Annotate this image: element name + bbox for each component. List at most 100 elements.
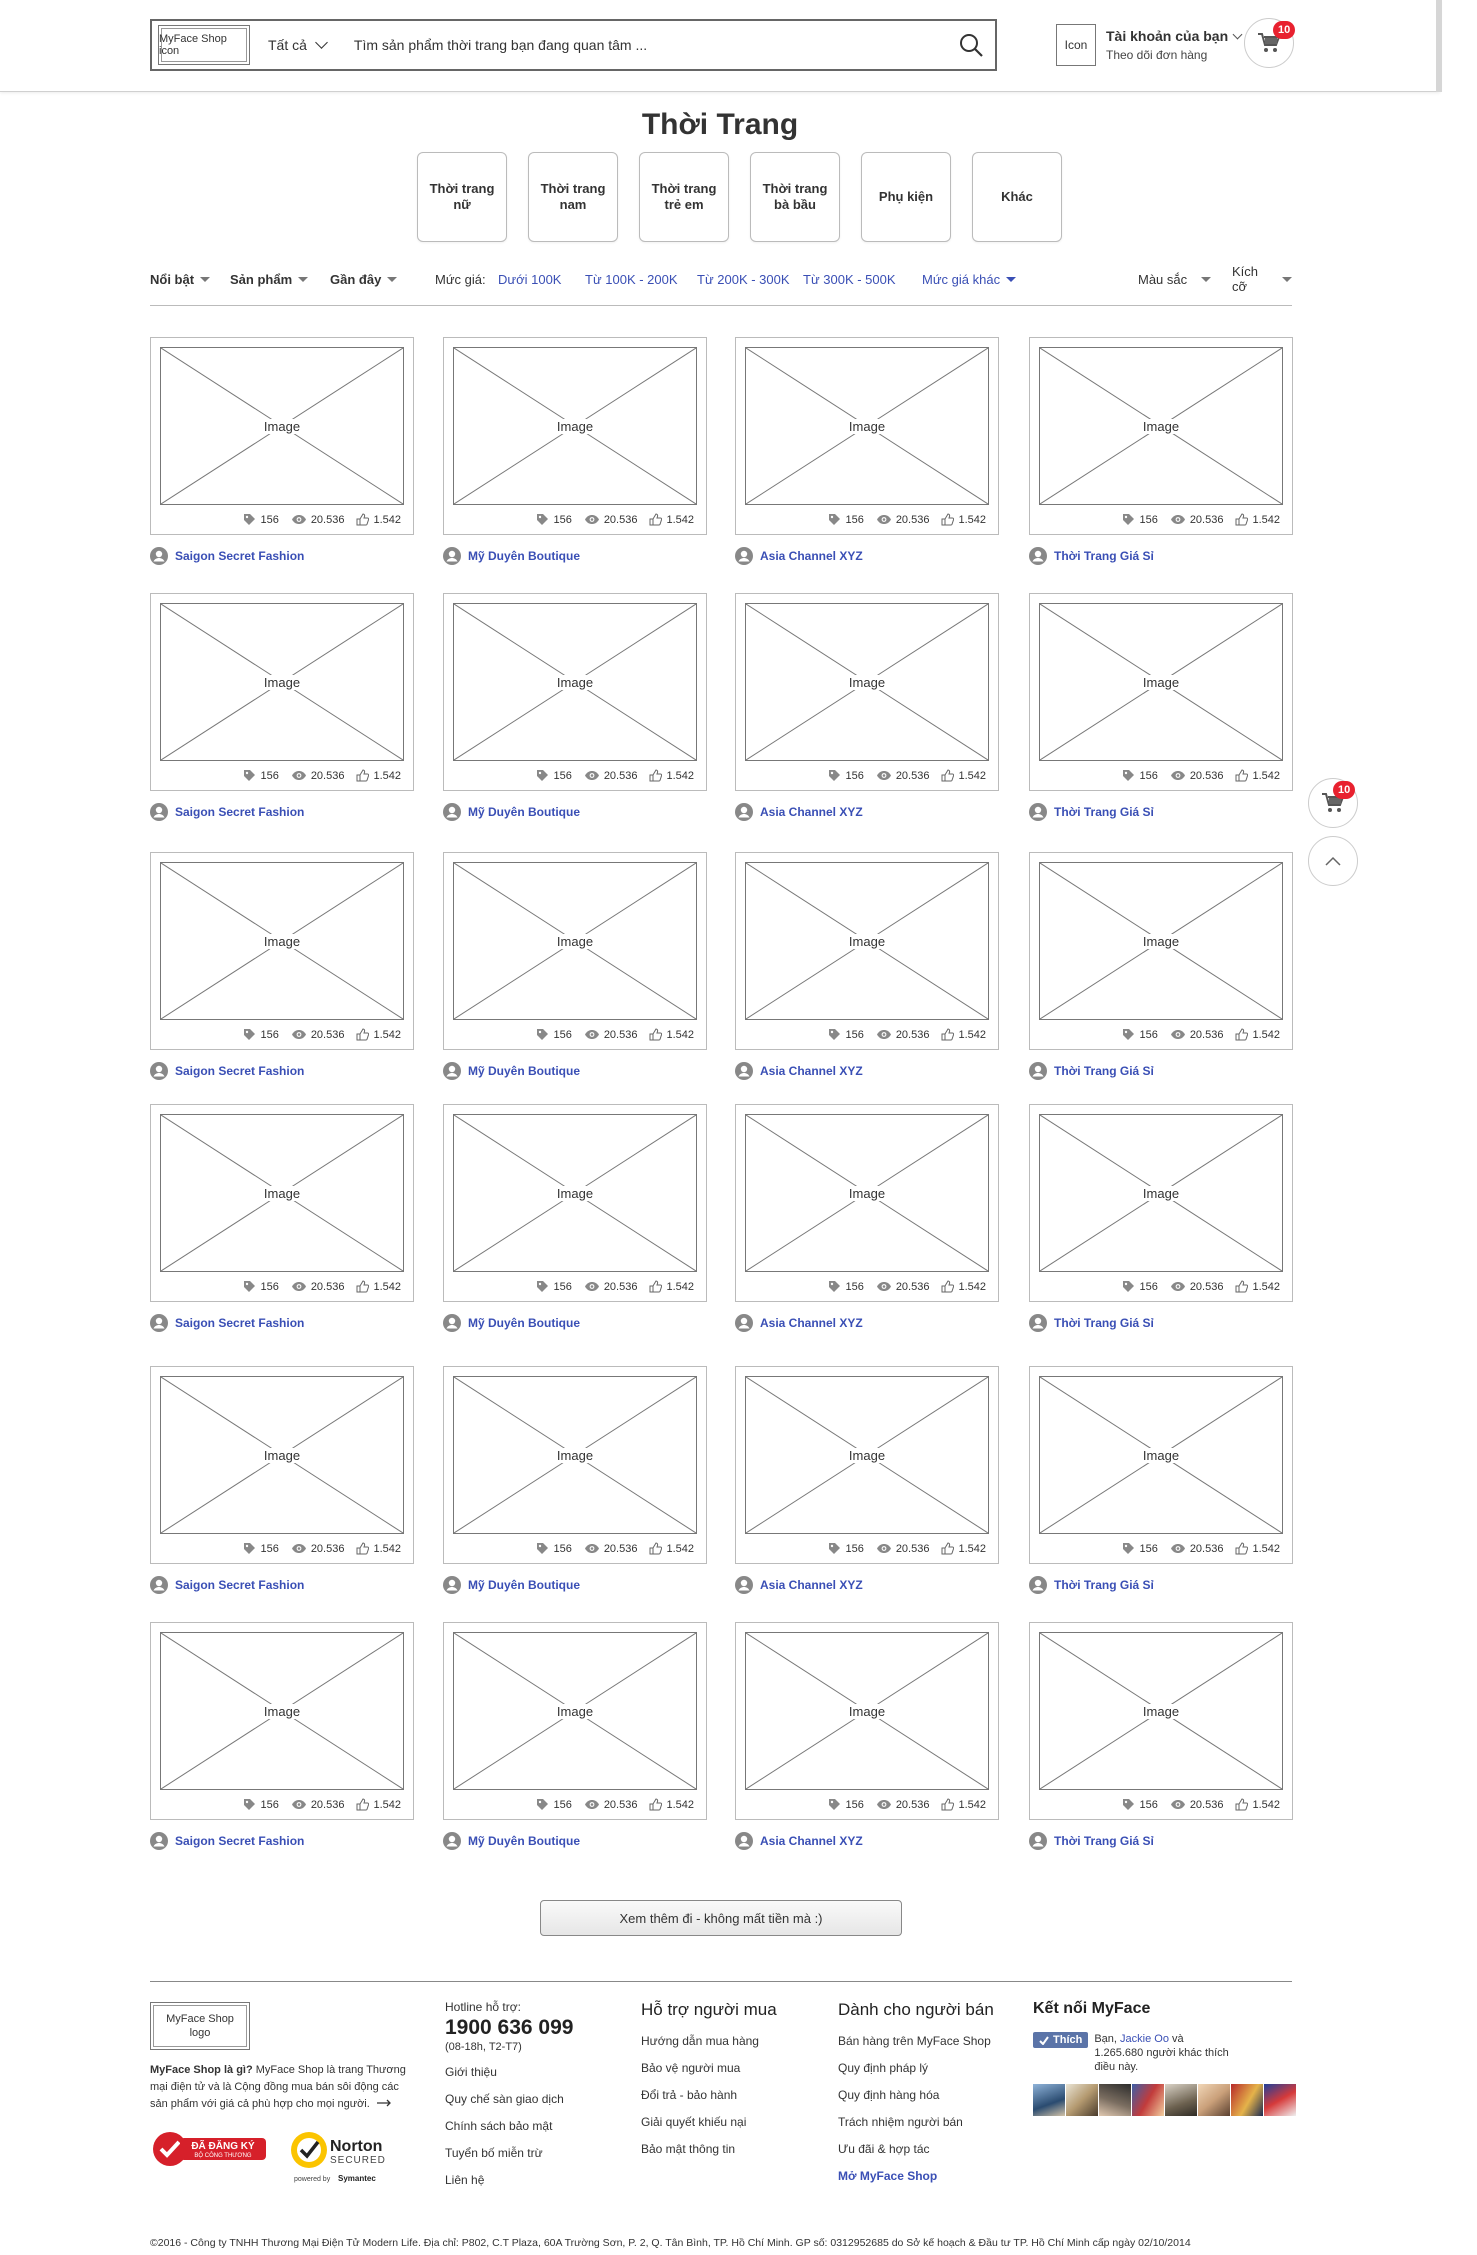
product-image[interactable]: Image [160, 347, 404, 505]
avatar[interactable] [1033, 2084, 1065, 2116]
product-frame[interactable]: Image 156 20.536 1.542 [443, 1104, 707, 1302]
footer-link-complaints[interactable]: Giải quyết khiếu nại [641, 2115, 777, 2129]
shop-link[interactable]: Mỹ Duyên Boutique [443, 1062, 707, 1080]
price-under-100k[interactable]: Dưới 100K [498, 270, 561, 288]
product-card[interactable]: Image 156 20.536 1.542 Asia Channel XYZ [735, 1104, 999, 1332]
product-card[interactable]: Image 156 20.536 1.542 Thời Trang Giá Sỉ [1029, 852, 1293, 1080]
product-frame[interactable]: Image 156 20.536 1.542 [150, 337, 414, 535]
product-frame[interactable]: Image 156 20.536 1.542 [443, 337, 707, 535]
shop-link[interactable]: Saigon Secret Fashion [150, 1832, 414, 1850]
product-frame[interactable]: Image 156 20.536 1.542 [735, 1104, 999, 1302]
product-card[interactable]: Image 156 20.536 1.542 Asia Channel XYZ [735, 1622, 999, 1850]
product-image[interactable]: Image [453, 1632, 697, 1790]
shop-link[interactable]: Saigon Secret Fashion [150, 547, 414, 565]
shop-link[interactable]: Mỹ Duyên Boutique [443, 1576, 707, 1594]
category-other[interactable]: Khác [972, 152, 1062, 242]
product-frame[interactable]: Image 156 20.536 1.542 [735, 1622, 999, 1820]
product-image[interactable]: Image [1039, 1376, 1283, 1534]
shop-link[interactable]: Saigon Secret Fashion [150, 1314, 414, 1332]
avatar[interactable] [1099, 2084, 1131, 2116]
product-card[interactable]: Image 156 20.536 1.542 Saigon Secret Fas… [150, 1622, 414, 1850]
product-frame[interactable]: Image 156 20.536 1.542 [443, 593, 707, 791]
footer-link-legal[interactable]: Quy định pháp lý [838, 2061, 994, 2075]
footer-link-contact[interactable]: Liên hệ [445, 2173, 573, 2187]
product-frame[interactable]: Image 156 20.536 1.542 [150, 593, 414, 791]
product-frame[interactable]: Image 156 20.536 1.542 [443, 852, 707, 1050]
open-shop-link[interactable]: Mở MyFace Shop [838, 2169, 994, 2183]
product-frame[interactable]: Image 156 20.536 1.542 [150, 1104, 414, 1302]
category-maternity[interactable]: Thời trang bà bầu [750, 152, 840, 242]
shop-link[interactable]: Thời Trang Giá Sỉ [1029, 1314, 1293, 1332]
footer-link-disclaimer[interactable]: Tuyển bố miễn trừ [445, 2146, 573, 2160]
product-image[interactable]: Image [745, 603, 989, 761]
facebook-like-button[interactable]: Thích [1033, 2032, 1089, 2048]
shop-link[interactable]: Saigon Secret Fashion [150, 1062, 414, 1080]
product-image[interactable]: Image [160, 1114, 404, 1272]
product-image[interactable]: Image [160, 1632, 404, 1790]
sort-featured[interactable]: Nổi bật [150, 270, 211, 288]
product-card[interactable]: Image 156 20.536 1.542 Asia Channel XYZ [735, 852, 999, 1080]
avatar[interactable] [1231, 2084, 1263, 2116]
shop-link[interactable]: Thời Trang Giá Sỉ [1029, 803, 1293, 821]
product-image[interactable]: Image [1039, 347, 1283, 505]
site-logo[interactable]: MyFace Shop icon [158, 25, 250, 65]
price-300k-500k[interactable]: Từ 300K - 500K [803, 270, 896, 288]
product-card[interactable]: Image 156 20.536 1.542 Mỹ Duyên Boutique [443, 1366, 707, 1594]
product-card[interactable]: Image 156 20.536 1.542 Mỹ Duyên Boutique [443, 852, 707, 1080]
product-frame[interactable]: Image 156 20.536 1.542 [735, 852, 999, 1050]
product-image[interactable]: Image [745, 1632, 989, 1790]
product-frame[interactable]: Image 156 20.536 1.542 [443, 1622, 707, 1820]
search-input[interactable]: Tìm sản phẩm thời trang bạn đang quan tâ… [354, 37, 947, 53]
product-image[interactable]: Image [745, 347, 989, 505]
shop-link[interactable]: Thời Trang Giá Sỉ [1029, 1832, 1293, 1850]
footer-link-buy-guide[interactable]: Hướng dẫn mua hàng [641, 2034, 777, 2048]
cart-button[interactable]: 10 [1244, 18, 1296, 68]
product-card[interactable]: Image 156 20.536 1.542 Saigon Secret Fas… [150, 593, 414, 821]
shop-link[interactable]: Asia Channel XYZ [735, 1062, 999, 1080]
product-frame[interactable]: Image 156 20.536 1.542 [443, 1366, 707, 1564]
footer-logo[interactable]: MyFace Shop logo [150, 2002, 250, 2050]
product-image[interactable]: Image [745, 1114, 989, 1272]
product-card[interactable]: Image 156 20.536 1.542 Mỹ Duyên Boutique [443, 1104, 707, 1332]
product-frame[interactable]: Image 156 20.536 1.542 [150, 1366, 414, 1564]
product-frame[interactable]: Image 156 20.536 1.542 [1029, 337, 1293, 535]
shop-link[interactable]: Asia Channel XYZ [735, 1576, 999, 1594]
product-image[interactable]: Image [745, 1376, 989, 1534]
shop-link[interactable]: Saigon Secret Fashion [150, 1576, 414, 1594]
price-other-dropdown[interactable]: Mức giá khác [922, 270, 1017, 288]
hotline-number[interactable]: 1900 636 099 [445, 2016, 573, 2040]
registered-badge[interactable]: ĐÃ ĐĂNG KÝ BỘ CÔNG THƯƠNG [152, 2130, 270, 2173]
product-frame[interactable]: Image 156 20.536 1.542 [735, 593, 999, 791]
product-card[interactable]: Image 156 20.536 1.542 Mỹ Duyên Boutique [443, 1622, 707, 1850]
footer-link-seller-duty[interactable]: Trách nhiệm người bán [838, 2115, 994, 2129]
shop-link[interactable]: Asia Channel XYZ [735, 547, 999, 565]
product-image[interactable]: Image [1039, 1632, 1283, 1790]
product-image[interactable]: Image [1039, 603, 1283, 761]
product-card[interactable]: Image 156 20.536 1.542 Saigon Secret Fas… [150, 1104, 414, 1332]
avatar[interactable] [1264, 2084, 1296, 2116]
avatar[interactable] [1198, 2084, 1230, 2116]
footer-link-data-security[interactable]: Bảo mật thông tin [641, 2142, 777, 2156]
avatar[interactable] [1132, 2084, 1164, 2116]
shop-link[interactable]: Mỹ Duyên Boutique [443, 803, 707, 821]
footer-link-returns[interactable]: Đổi trả - bảo hành [641, 2088, 777, 2102]
product-card[interactable]: Image 156 20.536 1.542 Saigon Secret Fas… [150, 1366, 414, 1594]
product-image[interactable]: Image [160, 603, 404, 761]
product-card[interactable]: Image 156 20.536 1.542 Thời Trang Giá Sỉ [1029, 1366, 1293, 1594]
product-image[interactable]: Image [1039, 1114, 1283, 1272]
product-frame[interactable]: Image 156 20.536 1.542 [150, 1622, 414, 1820]
footer-link-about[interactable]: Giới thiệu [445, 2065, 573, 2079]
product-frame[interactable]: Image 156 20.536 1.542 [1029, 593, 1293, 791]
product-image[interactable]: Image [453, 603, 697, 761]
color-filter[interactable]: Màu sắc [1138, 270, 1212, 288]
scroll-top-button[interactable] [1308, 836, 1358, 886]
product-image[interactable]: Image [453, 1114, 697, 1272]
norton-badge[interactable]: Norton SECURED powered by Symantec [290, 2130, 394, 2191]
product-frame[interactable]: Image 156 20.536 1.542 [735, 337, 999, 535]
product-image[interactable]: Image [453, 862, 697, 1020]
fb-friend-name[interactable]: Jackie Oo [1120, 2033, 1169, 2045]
product-card[interactable]: Image 156 20.536 1.542 Mỹ Duyên Boutique [443, 337, 707, 565]
shop-link[interactable]: Mỹ Duyên Boutique [443, 1832, 707, 1850]
load-more-button[interactable]: Xem thêm đi - không mất tiền mà :) [540, 1900, 902, 1936]
product-card[interactable]: Image 156 20.536 1.542 Asia Channel XYZ [735, 593, 999, 821]
